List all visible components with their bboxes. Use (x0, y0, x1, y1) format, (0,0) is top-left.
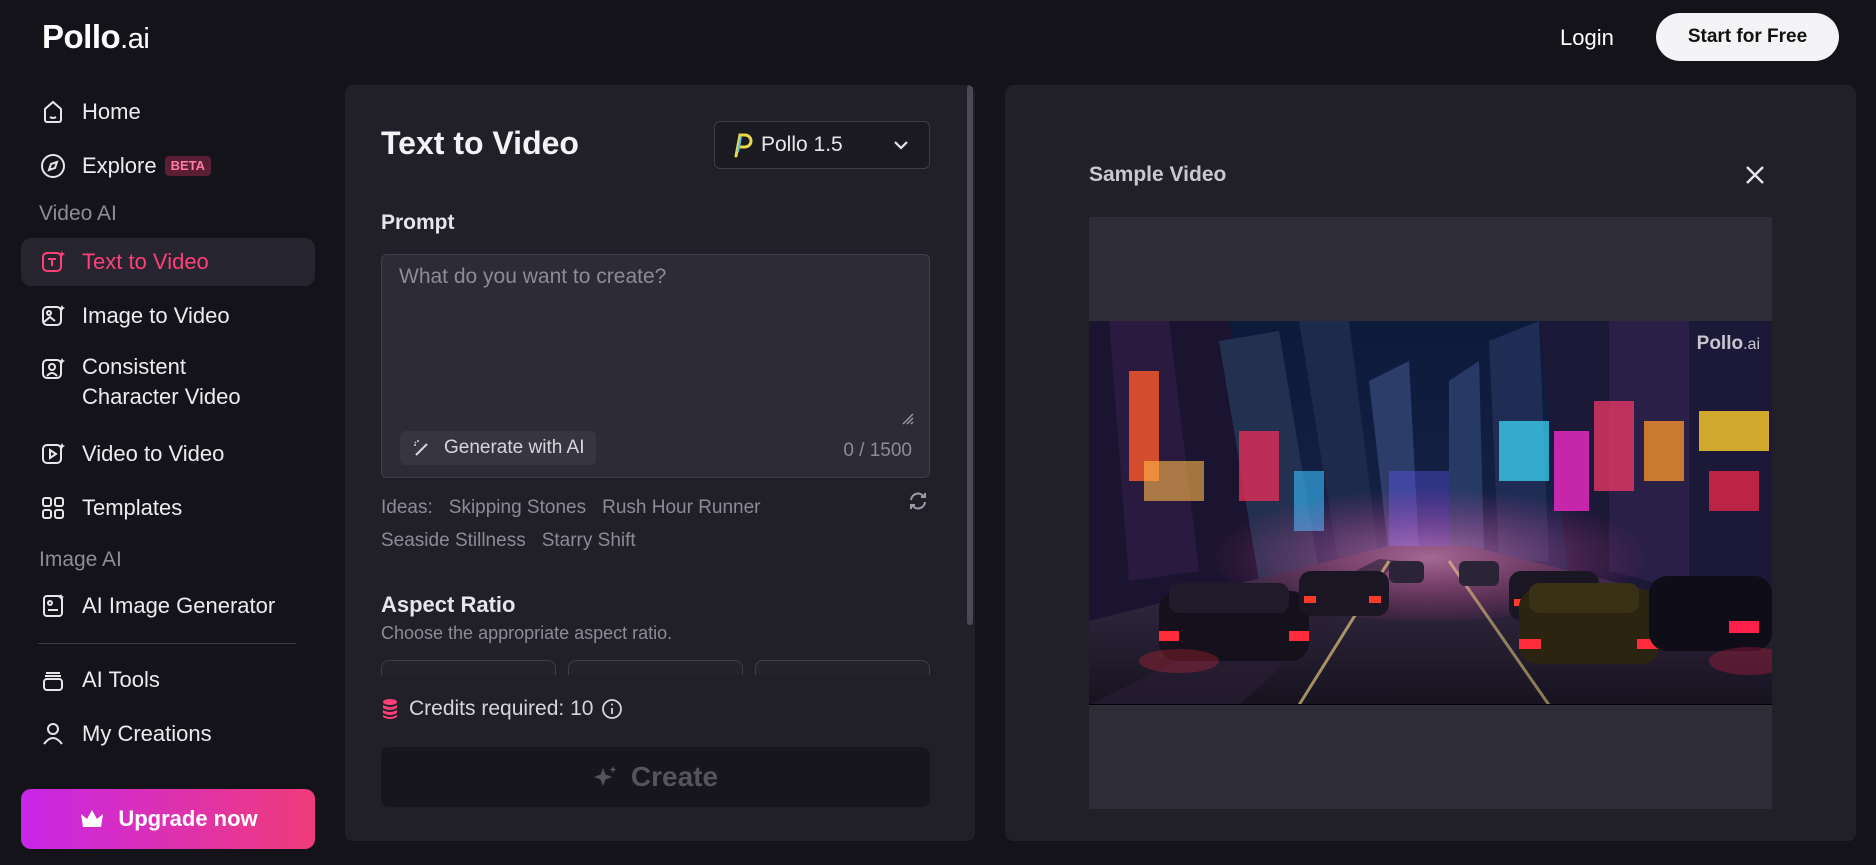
crown-icon (78, 806, 106, 832)
sidebar-item-ai-image-generator[interactable]: AI Image Generator (21, 584, 315, 628)
beta-badge: BETA (164, 156, 212, 176)
text-to-video-panel: Text to Video Pollo 1.5 Prompt Generate … (345, 85, 975, 841)
sample-video-thumbnail[interactable]: Pollo.ai (1089, 321, 1772, 705)
watermark-main: Pollo (1696, 333, 1744, 354)
generate-with-ai-button[interactable]: Generate with AI (400, 431, 597, 465)
logo-suffix: .ai (120, 23, 150, 55)
sidebar-item-my-creations[interactable]: My Creations (21, 712, 315, 756)
model-select-value: Pollo 1.5 (761, 133, 843, 156)
label-line-1: Consistent (82, 354, 186, 379)
templates-icon (38, 493, 68, 523)
sidebar-item-label: Consistent Character Video (82, 352, 241, 412)
credits-required: Credits required: 10 (381, 697, 623, 721)
sidebar-item-label: Home (82, 99, 141, 124)
video-player[interactable]: Pollo.ai (1089, 217, 1772, 809)
sparkle-icon (593, 764, 619, 790)
prompt-label: Prompt (381, 211, 455, 234)
sidebar-item-text-to-video[interactable]: Text to Video (21, 238, 315, 286)
sidebar-item-label: My Creations (82, 721, 212, 746)
sidebar-item-label: Video to Video (82, 441, 225, 466)
prompt-input[interactable] (382, 255, 929, 425)
sidebar-item-templates[interactable]: Templates (21, 486, 315, 530)
sidebar-item-explore[interactable]: Explore BETA (21, 144, 315, 188)
home-icon (38, 97, 68, 127)
sidebar: Home Explore BETA Video AI Text to Video… (0, 76, 330, 865)
sidebar-item-ai-tools[interactable]: AI Tools (21, 658, 315, 702)
magic-wand-icon (412, 438, 432, 458)
prompt-box: Generate with AI 0 / 1500 (381, 254, 930, 478)
top-header: Pollo.ai Login Start for Free (0, 0, 1876, 76)
compass-icon (38, 151, 68, 181)
generate-with-ai-label: Generate with AI (444, 437, 585, 458)
aspect-ratio-label: Aspect Ratio (381, 592, 516, 617)
close-icon[interactable] (1738, 158, 1772, 192)
sample-video-panel: Sample Video Pollo.ai (1005, 85, 1856, 841)
idea-chip[interactable]: Starry Shift (542, 530, 636, 551)
start-for-free-button[interactable]: Start for Free (1656, 13, 1839, 61)
credits-text: Credits required: 10 (409, 697, 594, 720)
sidebar-item-consistent-character-video[interactable]: Consistent Character Video (21, 352, 315, 414)
watermark-suffix: .ai (1743, 336, 1760, 353)
logo-main: Pollo (42, 18, 121, 55)
create-button[interactable]: Create (381, 747, 930, 807)
aspect-ratio-hint: Choose the appropriate aspect ratio. (381, 623, 673, 643)
sidebar-item-label: Templates (82, 495, 183, 520)
ideas-row: Ideas: Skipping Stones Rush Hour Runner Sea… (381, 491, 941, 557)
user-icon (38, 719, 68, 749)
page-title: Text to Video (381, 125, 579, 161)
video-video-icon (38, 439, 68, 469)
panel-scrollbar[interactable] (967, 85, 973, 625)
char-count: 0 / 1500 (843, 440, 912, 461)
coins-icon (381, 698, 399, 720)
image-video-icon (38, 301, 68, 331)
sidebar-item-home[interactable]: Home (21, 90, 315, 134)
sample-video-title: Sample Video (1089, 163, 1227, 186)
sidebar-item-video-to-video[interactable]: Video to Video (21, 432, 315, 476)
upgrade-label: Upgrade now (118, 806, 258, 831)
info-icon[interactable] (601, 698, 623, 720)
section-label-video-ai: Video AI (39, 202, 117, 225)
pollo-model-icon (731, 132, 753, 158)
sidebar-item-label: Image to Video (82, 303, 230, 328)
resize-handle-icon[interactable] (902, 413, 914, 425)
label-line-2: Character Video (82, 384, 241, 409)
create-label: Create (630, 761, 719, 792)
section-label-image-ai: Image AI (39, 548, 122, 571)
ideas-label: Ideas: (381, 497, 433, 518)
upgrade-now-button[interactable]: Upgrade now (21, 789, 315, 849)
sidebar-divider (38, 643, 296, 644)
pollo-logo[interactable]: Pollo.ai (42, 18, 150, 56)
sidebar-item-label: AI Tools (82, 667, 160, 692)
login-link[interactable]: Login (1546, 20, 1628, 56)
idea-chip[interactable]: Seaside Stillness (381, 530, 526, 551)
idea-chip[interactable]: Skipping Stones (449, 497, 586, 518)
sidebar-item-label: AI Image Generator (82, 593, 276, 618)
pollo-watermark: Pollo.ai (1697, 333, 1760, 355)
text-video-icon (38, 247, 68, 277)
chevron-down-icon (893, 140, 909, 150)
image-generator-icon (38, 591, 68, 621)
sidebar-item-label: Explore (82, 153, 157, 178)
sidebar-item-image-to-video[interactable]: Image to Video (21, 294, 315, 338)
character-video-icon (38, 354, 68, 384)
refresh-ideas-icon[interactable] (907, 490, 929, 512)
sidebar-item-label: Text to Video (82, 249, 209, 274)
idea-chip[interactable]: Rush Hour Runner (602, 497, 760, 518)
model-select[interactable]: Pollo 1.5 (714, 121, 930, 169)
toolbox-icon (38, 665, 68, 695)
